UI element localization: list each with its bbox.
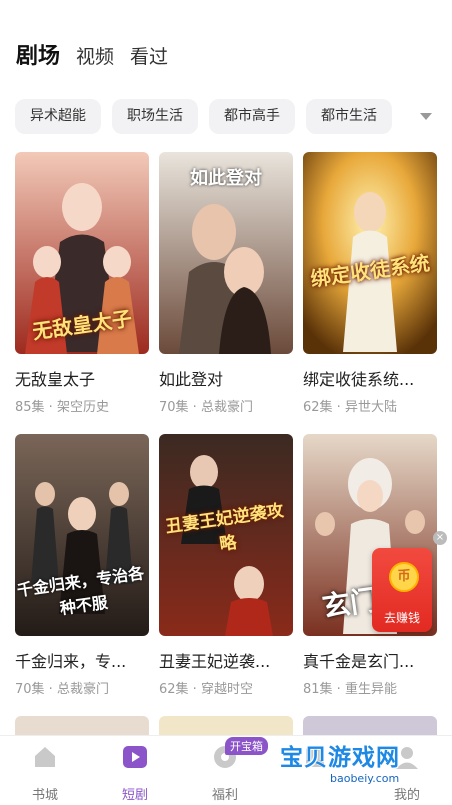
- watermark-url: baobeiy.com: [330, 772, 400, 785]
- chip-supernatural[interactable]: 异术超能: [15, 99, 101, 134]
- drama-title[interactable]: 无敌皇太子: [15, 366, 149, 390]
- treasure-box-badge[interactable]: 开宝箱: [225, 737, 268, 755]
- watermark-text: 宝贝游戏网: [280, 745, 400, 771]
- top-tabs: 剧场 视频 看过: [16, 38, 168, 70]
- nav-label: 福利: [211, 788, 238, 803]
- drama-card[interactable]: 无敌皇太子 无敌皇太子 85集 · 架空历史: [15, 152, 149, 415]
- tab-theater[interactable]: 剧场: [16, 38, 60, 70]
- earn-money-label: 去赚钱: [383, 611, 420, 625]
- episode-count: 81集: [303, 682, 333, 697]
- drama-card[interactable]: 丑妻王妃逆袭攻略 丑妻王妃逆袭... 62集 · 穿越时空: [159, 434, 293, 697]
- chevron-down-icon[interactable]: [420, 113, 432, 120]
- earn-money-widget[interactable]: 币 去赚钱: [372, 548, 432, 632]
- genre: 总裁豪门: [200, 400, 253, 415]
- poster-image[interactable]: [15, 716, 149, 736]
- poster-caption: 如此登对: [190, 168, 262, 189]
- episode-count: 70集: [159, 400, 189, 415]
- chip-workplace[interactable]: 职场生活: [112, 99, 198, 134]
- drama-title[interactable]: 绑定收徒系统...: [303, 366, 437, 390]
- episode-count: 62集: [159, 682, 189, 697]
- watermark: 宝贝游戏网 baobeiy.com: [272, 738, 422, 800]
- chip-urban-life[interactable]: 都市生活: [306, 99, 392, 134]
- episode-count: 70集: [15, 682, 45, 697]
- nav-label: 短剧: [121, 788, 148, 803]
- drama-title[interactable]: 真千金是玄门...: [303, 648, 437, 672]
- genre: 穿越时空: [200, 682, 253, 697]
- tab-video[interactable]: 视频: [76, 42, 114, 69]
- drama-title[interactable]: 如此登对: [159, 366, 293, 390]
- drama-meta: 62集 · 异世大陆: [303, 400, 397, 415]
- coin-icon: 币: [389, 562, 419, 592]
- drama-meta: 85集 · 架空历史: [15, 400, 109, 415]
- drama-meta: 70集 · 总裁豪门: [159, 400, 253, 415]
- nav-item-bookstore[interactable]: 书城: [10, 744, 80, 803]
- poster-image[interactable]: 绑定收徒系统: [303, 152, 437, 354]
- category-chips: 异术超能 职场生活 都市高手 都市生活: [15, 99, 392, 134]
- drama-meta: 70集 · 总裁豪门: [15, 682, 109, 697]
- drama-meta: 81集 · 重生异能: [303, 682, 397, 697]
- poster-image[interactable]: 无敌皇太子: [15, 152, 149, 354]
- drama-card[interactable]: 绑定收徒系统 绑定收徒系统... 62集 · 异世大陆: [303, 152, 437, 415]
- tab-watched[interactable]: 看过: [130, 42, 168, 69]
- episode-count: 62集: [303, 400, 333, 415]
- drama-card[interactable]: 千金归来，专治各种不服 千金归来，专... 70集 · 总裁豪门: [15, 434, 149, 697]
- nav-item-short-drama[interactable]: 短剧: [100, 744, 170, 803]
- drama-title[interactable]: 丑妻王妃逆袭...: [159, 648, 293, 672]
- drama-meta: 62集 · 穿越时空: [159, 682, 253, 697]
- poster-image[interactable]: 千金归来，专治各种不服: [15, 434, 149, 636]
- drama-title[interactable]: 千金归来，专...: [15, 648, 149, 672]
- poster-image[interactable]: [303, 716, 437, 736]
- genre: 重生异能: [344, 682, 397, 697]
- genre: 架空历史: [56, 400, 109, 415]
- poster-image[interactable]: [159, 716, 293, 736]
- close-icon[interactable]: ×: [433, 531, 447, 545]
- chip-urban-master[interactable]: 都市高手: [209, 99, 295, 134]
- home-icon: [35, 747, 55, 767]
- genre: 总裁豪门: [56, 682, 109, 697]
- play-icon: [123, 746, 147, 768]
- drama-card[interactable]: 如此登对 如此登对 70集 · 总裁豪门: [159, 152, 293, 415]
- poster-image[interactable]: 丑妻王妃逆袭攻略: [159, 434, 293, 636]
- episode-count: 85集: [15, 400, 45, 415]
- nav-label: 书城: [31, 788, 58, 803]
- poster-image[interactable]: 如此登对: [159, 152, 293, 354]
- genre: 异世大陆: [344, 400, 397, 415]
